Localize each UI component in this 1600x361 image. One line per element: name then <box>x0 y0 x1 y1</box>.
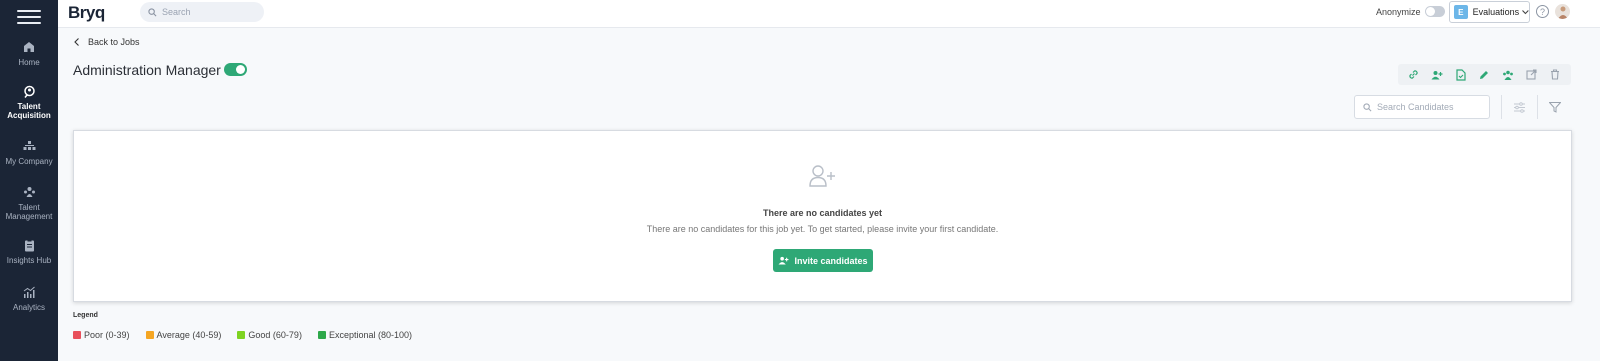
score-legend: Poor (0-39) Average (40-59) Good (60-79)… <box>73 330 428 340</box>
legend-swatch <box>73 331 81 339</box>
sidebar-item-label: My Company <box>5 157 53 166</box>
legend-swatch <box>237 331 246 339</box>
page-title: Administration Manager <box>73 62 221 78</box>
legend-item-good: Good (60-79) <box>237 330 302 340</box>
filter-icon[interactable] <box>1547 99 1563 115</box>
help-icon[interactable]: ? <box>1536 5 1549 18</box>
search-icon <box>1363 102 1372 111</box>
sidebar-item-my-company[interactable]: My Company <box>0 139 58 166</box>
back-to-jobs-link[interactable]: Back to Jobs <box>74 37 140 47</box>
legend-swatch <box>317 331 326 339</box>
edit-icon[interactable] <box>1476 67 1492 83</box>
toolbar-divider <box>1501 95 1502 119</box>
legend-item-exceptional: Exceptional (80-100) <box>317 330 412 340</box>
evaluations-label: Evaluations <box>1472 7 1520 17</box>
clipboard-icon <box>22 238 36 252</box>
link-icon[interactable] <box>1406 67 1422 83</box>
anonymize-label: Anonymize <box>1376 7 1421 17</box>
team-icon[interactable] <box>1500 67 1516 83</box>
sidebar-item-label: Talent Acquisition <box>7 102 51 120</box>
invite-candidates-label: Invite candidates <box>794 255 868 266</box>
company-icon <box>22 139 36 153</box>
candidate-search-input[interactable] <box>1377 102 1487 112</box>
legend-title: Legend <box>73 312 98 319</box>
legend-swatch <box>145 331 154 339</box>
legend-label: Good (60-79) <box>248 330 302 340</box>
sidebar-item-analytics[interactable]: Analytics <box>0 285 58 312</box>
trash-icon[interactable] <box>1547 67 1563 83</box>
document-icon[interactable] <box>1453 67 1469 83</box>
back-to-jobs-label: Back to Jobs <box>88 37 140 47</box>
sidebar-item-talent-acquisition[interactable]: Talent Acquisition <box>0 84 58 120</box>
toolbar-divider <box>1537 95 1538 119</box>
export-icon[interactable] <box>1524 67 1540 83</box>
columns-settings-icon[interactable] <box>1511 99 1527 115</box>
menu-icon[interactable] <box>17 6 41 28</box>
talent-management-icon <box>22 185 36 199</box>
analytics-icon <box>22 285 36 299</box>
evaluations-select[interactable]: E Evaluations <box>1449 1 1530 23</box>
job-actions-toolbar <box>1398 64 1571 85</box>
candidates-panel: There are no candidates yet There are no… <box>73 130 1572 302</box>
top-bar: Bryq Anonymize E Evaluations ? <box>58 0 1600 28</box>
global-search[interactable] <box>140 2 264 22</box>
evaluations-badge: E <box>1454 5 1468 19</box>
home-icon <box>22 40 36 54</box>
chevron-left-icon <box>74 38 79 46</box>
sidebar-item-label: Talent Management <box>5 203 53 221</box>
job-active-toggle[interactable] <box>224 63 247 76</box>
sidebar-item-label: Home <box>18 58 40 67</box>
sidebar-item-home[interactable]: Home <box>0 40 58 67</box>
avatar[interactable] <box>1555 4 1570 19</box>
add-user-icon <box>809 165 837 192</box>
sidebar: Home Talent Acquisition My Company Talen… <box>0 0 58 361</box>
legend-label: Average (40-59) <box>156 330 222 340</box>
legend-item-poor: Poor (0-39) <box>73 330 130 340</box>
sidebar-item-talent-management[interactable]: Talent Management <box>0 185 58 221</box>
talent-acquisition-icon <box>22 84 36 98</box>
legend-label: Exceptional (80-100) <box>328 330 412 340</box>
legend-item-average: Average (40-59) <box>145 330 222 340</box>
sidebar-item-label: Insights Hub <box>6 256 52 265</box>
add-user-icon[interactable] <box>1429 67 1445 83</box>
add-user-icon <box>779 256 789 265</box>
chevron-down-icon <box>1522 9 1529 14</box>
sidebar-item-label: Analytics <box>12 303 45 312</box>
brand-logo[interactable]: Bryq <box>68 3 105 23</box>
empty-state-description: There are no candidates for this job yet… <box>646 224 999 234</box>
sidebar-item-insights-hub[interactable]: Insights Hub <box>0 238 58 265</box>
anonymize-toggle[interactable] <box>1425 6 1445 17</box>
invite-candidates-button[interactable]: Invite candidates <box>773 249 873 272</box>
search-icon <box>148 7 157 16</box>
global-search-input[interactable] <box>162 7 257 17</box>
empty-state-title: There are no candidates yet <box>762 208 883 218</box>
candidate-search[interactable] <box>1354 95 1490 119</box>
legend-label: Poor (0-39) <box>84 330 130 340</box>
